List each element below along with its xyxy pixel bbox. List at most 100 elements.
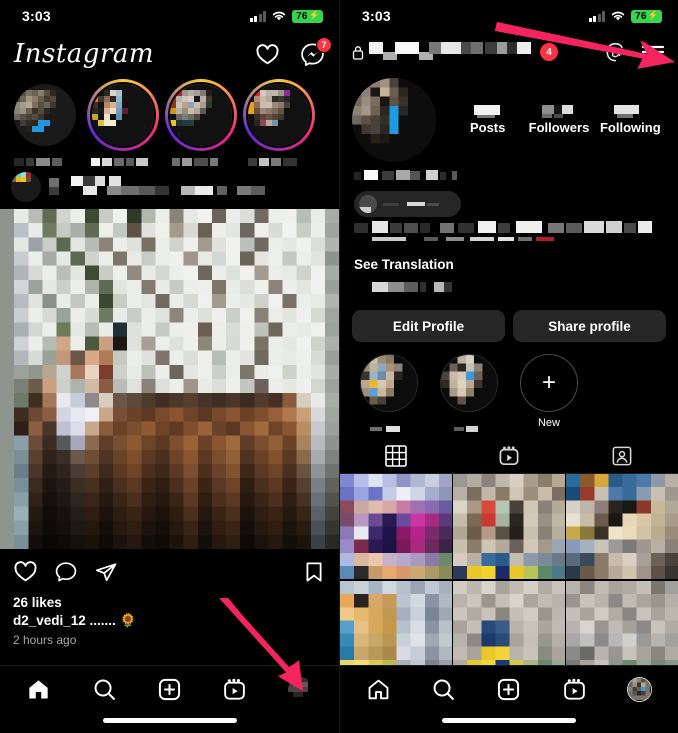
status-bar: 3:03 76 ⚡ xyxy=(0,0,339,32)
tab-home[interactable] xyxy=(355,666,403,712)
feed-header: Instagram 7 xyxy=(0,32,339,76)
story-item[interactable] xyxy=(165,79,237,166)
save-button[interactable] xyxy=(302,560,326,589)
post-header[interactable] xyxy=(0,165,339,209)
following-label: Following xyxy=(599,120,661,135)
profile-avatar-large[interactable] xyxy=(352,78,436,162)
status-bar: 3:03 76 ⚡ xyxy=(340,0,678,32)
following-count-redacted xyxy=(611,105,649,118)
highlight-cover xyxy=(440,354,498,412)
tab-create[interactable] xyxy=(485,666,533,712)
plus-icon: + xyxy=(520,354,578,412)
cellular-signal-icon xyxy=(588,10,606,22)
share-profile-button[interactable]: Share profile xyxy=(513,310,666,342)
battery-indicator: 76 ⚡ xyxy=(292,9,323,23)
story-username-redacted xyxy=(246,153,312,166)
story-item[interactable] xyxy=(243,79,315,166)
comment-icon xyxy=(55,561,77,581)
grid-cell[interactable] xyxy=(453,474,565,579)
tab-tagged[interactable] xyxy=(565,439,678,473)
home-icon xyxy=(29,679,48,698)
wifi-icon xyxy=(611,11,625,21)
posts-count-redacted xyxy=(469,105,507,118)
grid-cell[interactable] xyxy=(340,474,452,579)
reels-icon xyxy=(499,446,519,466)
reels-icon xyxy=(224,678,246,700)
profile-bio: See Translation xyxy=(340,162,678,297)
hamburger-menu-icon[interactable] xyxy=(640,42,666,62)
profile-header: 4 xyxy=(340,32,678,72)
status-time: 3:03 xyxy=(362,8,391,24)
see-translation-link[interactable]: See Translation xyxy=(354,257,664,272)
charging-bolt-icon: ⚡ xyxy=(647,10,659,21)
bio-text-redacted xyxy=(354,221,664,252)
status-time: 3:03 xyxy=(22,8,51,24)
highlight-new-button[interactable]: + New xyxy=(520,354,578,429)
messenger-button[interactable]: 7 xyxy=(300,36,332,67)
battery-indicator: 76 ⚡ xyxy=(631,9,662,23)
highlight-item[interactable] xyxy=(360,354,418,432)
post-author-avatar[interactable] xyxy=(11,172,41,202)
screenshot-root: 3:03 76 ⚡ Instagram 7 26 likes d2_vedi_1… xyxy=(0,0,678,733)
followers-count-redacted xyxy=(540,105,578,118)
story-username-redacted xyxy=(90,153,156,166)
charging-bolt-icon: ⚡ xyxy=(308,10,320,21)
story-username-redacted xyxy=(168,153,234,166)
heart-icon xyxy=(14,561,37,582)
home-indicator xyxy=(442,718,576,723)
notifications-button[interactable] xyxy=(255,42,280,67)
post-image[interactable] xyxy=(0,209,339,549)
right-phone-profile: 3:03 76 ⚡ 4 Posts Followers Following Se… xyxy=(339,0,678,733)
grid-cell[interactable] xyxy=(566,474,678,579)
instagram-logo[interactable]: Instagram xyxy=(14,39,154,69)
profile-summary: Posts Followers Following xyxy=(340,72,678,162)
tab-grid[interactable] xyxy=(340,439,453,473)
tab-search[interactable] xyxy=(80,666,128,712)
post-caption[interactable]: d2_vedi_12 ....... 🌻 xyxy=(13,613,326,629)
tab-create[interactable] xyxy=(145,666,193,712)
profile-stats: Posts Followers Following xyxy=(440,105,666,135)
bio-link-redacted xyxy=(354,279,664,297)
tab-home[interactable] xyxy=(15,666,63,712)
highlight-item[interactable] xyxy=(440,354,498,432)
highlight-label-redacted xyxy=(450,419,488,432)
like-button[interactable] xyxy=(13,559,38,589)
battery-level: 76 xyxy=(635,10,647,22)
story-avatar xyxy=(12,82,78,148)
profile-avatar[interactable] xyxy=(626,676,652,702)
tab-search[interactable] xyxy=(420,666,468,712)
story-item[interactable] xyxy=(87,79,159,166)
threads-icon[interactable] xyxy=(604,41,626,63)
tab-reels[interactable] xyxy=(453,439,566,473)
tagged-icon xyxy=(612,446,632,466)
profile-content-tabs xyxy=(340,439,678,474)
edit-profile-button[interactable]: Edit Profile xyxy=(352,310,505,342)
post-meta: 26 likes d2_vedi_12 ....... 🌻 2 hours ag… xyxy=(0,593,339,647)
tab-reels[interactable] xyxy=(550,666,598,712)
tab-reels[interactable] xyxy=(211,666,259,712)
home-indicator xyxy=(102,718,237,723)
bottom-tab-bar xyxy=(0,665,339,733)
stat-followers[interactable]: Followers xyxy=(528,105,590,135)
create-icon xyxy=(498,678,520,700)
likes-count[interactable]: 26 likes xyxy=(13,595,326,610)
tab-profile[interactable] xyxy=(615,666,663,712)
stories-tray[interactable] xyxy=(0,76,339,166)
stat-posts[interactable]: Posts xyxy=(457,105,519,135)
bookmark-icon xyxy=(306,562,322,581)
story-item[interactable] xyxy=(12,82,78,166)
profile-username-redacted[interactable] xyxy=(369,40,535,65)
home-icon xyxy=(368,679,389,699)
comment-button[interactable] xyxy=(54,560,78,589)
search-icon xyxy=(433,679,455,700)
profile-avatar[interactable] xyxy=(287,676,313,702)
story-avatar xyxy=(168,82,234,148)
left-phone-feed: 3:03 76 ⚡ Instagram 7 26 likes d2_vedi_1… xyxy=(0,0,339,733)
stat-following[interactable]: Following xyxy=(599,105,661,135)
share-button[interactable] xyxy=(94,560,118,589)
bottom-tab-bar xyxy=(340,665,678,733)
threads-pill-handle-redacted xyxy=(383,195,449,213)
grid-icon xyxy=(385,445,408,467)
threads-profile-pill[interactable] xyxy=(354,191,461,217)
tab-profile[interactable] xyxy=(276,666,324,712)
